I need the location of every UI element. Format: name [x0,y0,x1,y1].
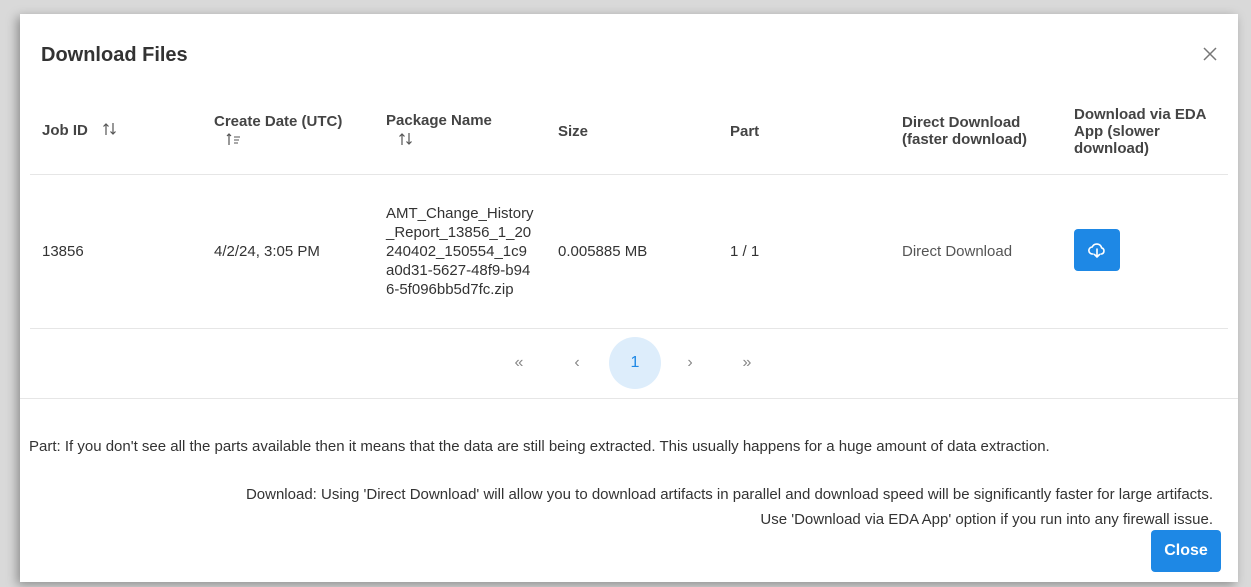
header-size: Size [546,88,718,175]
sort-icon[interactable] [398,131,534,151]
cell-size: 0.005885 MB [546,174,718,329]
header-job-id[interactable]: Job ID [30,88,202,175]
header-package-name[interactable]: Package Name [374,88,546,175]
cell-job-id: 13856 [30,174,202,329]
header-direct-download: Direct Download (faster download) [890,88,1062,175]
dialog-title: Download Files [41,44,188,66]
eda-download-button[interactable] [1074,228,1120,271]
previous-page-button[interactable]: ‹ [562,338,592,388]
files-table: Job ID Create Date (UTC) Package Name Si… [30,88,1228,329]
download-note-line-2: Use 'Download via EDA App' option if you… [760,511,1213,528]
download-note-line-1: Download: Using 'Direct Download' will a… [245,486,1213,503]
header-create-date[interactable]: Create Date (UTC) [202,88,374,175]
cell-direct-download: Direct Download [890,174,1062,329]
part-note: Part: If you don't see all the parts ava… [29,438,1050,455]
header-eda-download: Download via EDA App (slower download) [1062,88,1228,175]
sort-icon[interactable] [102,121,118,141]
sort-ascending-icon[interactable] [226,132,362,150]
download-note: Download: Using 'Direct Download' will a… [246,482,1213,532]
direct-download-link[interactable]: Direct Download [902,243,1012,260]
cell-package-name: AMT_Change_History_Report_13856_1_202404… [374,174,546,329]
last-page-button[interactable]: » [732,338,762,388]
close-button[interactable]: Close [1151,530,1221,572]
cell-create-date: 4/2/24, 3:05 PM [202,174,374,329]
next-page-button[interactable]: › [675,338,705,388]
table-row: 13856 4/2/24, 3:05 PM AMT_Change_History… [30,174,1228,329]
header-part: Part [718,88,890,175]
page-1-button[interactable]: 1 [609,337,661,389]
header-create-date-label: Create Date (UTC) [214,112,343,130]
cell-eda-download [1062,174,1228,329]
table-header-row: Job ID Create Date (UTC) Package Name Si… [30,88,1228,175]
first-page-button[interactable]: « [504,338,534,388]
header-job-id-label: Job ID [42,121,88,139]
close-icon[interactable] [1200,44,1220,64]
header-package-name-label: Package Name [386,111,492,129]
cloud-download-icon [1088,242,1105,258]
pagination: « ‹ 1 › » [20,337,1238,399]
download-files-dialog: Download Files Job ID Create Date (UTC) … [20,14,1238,582]
cell-part: 1 / 1 [718,174,890,329]
